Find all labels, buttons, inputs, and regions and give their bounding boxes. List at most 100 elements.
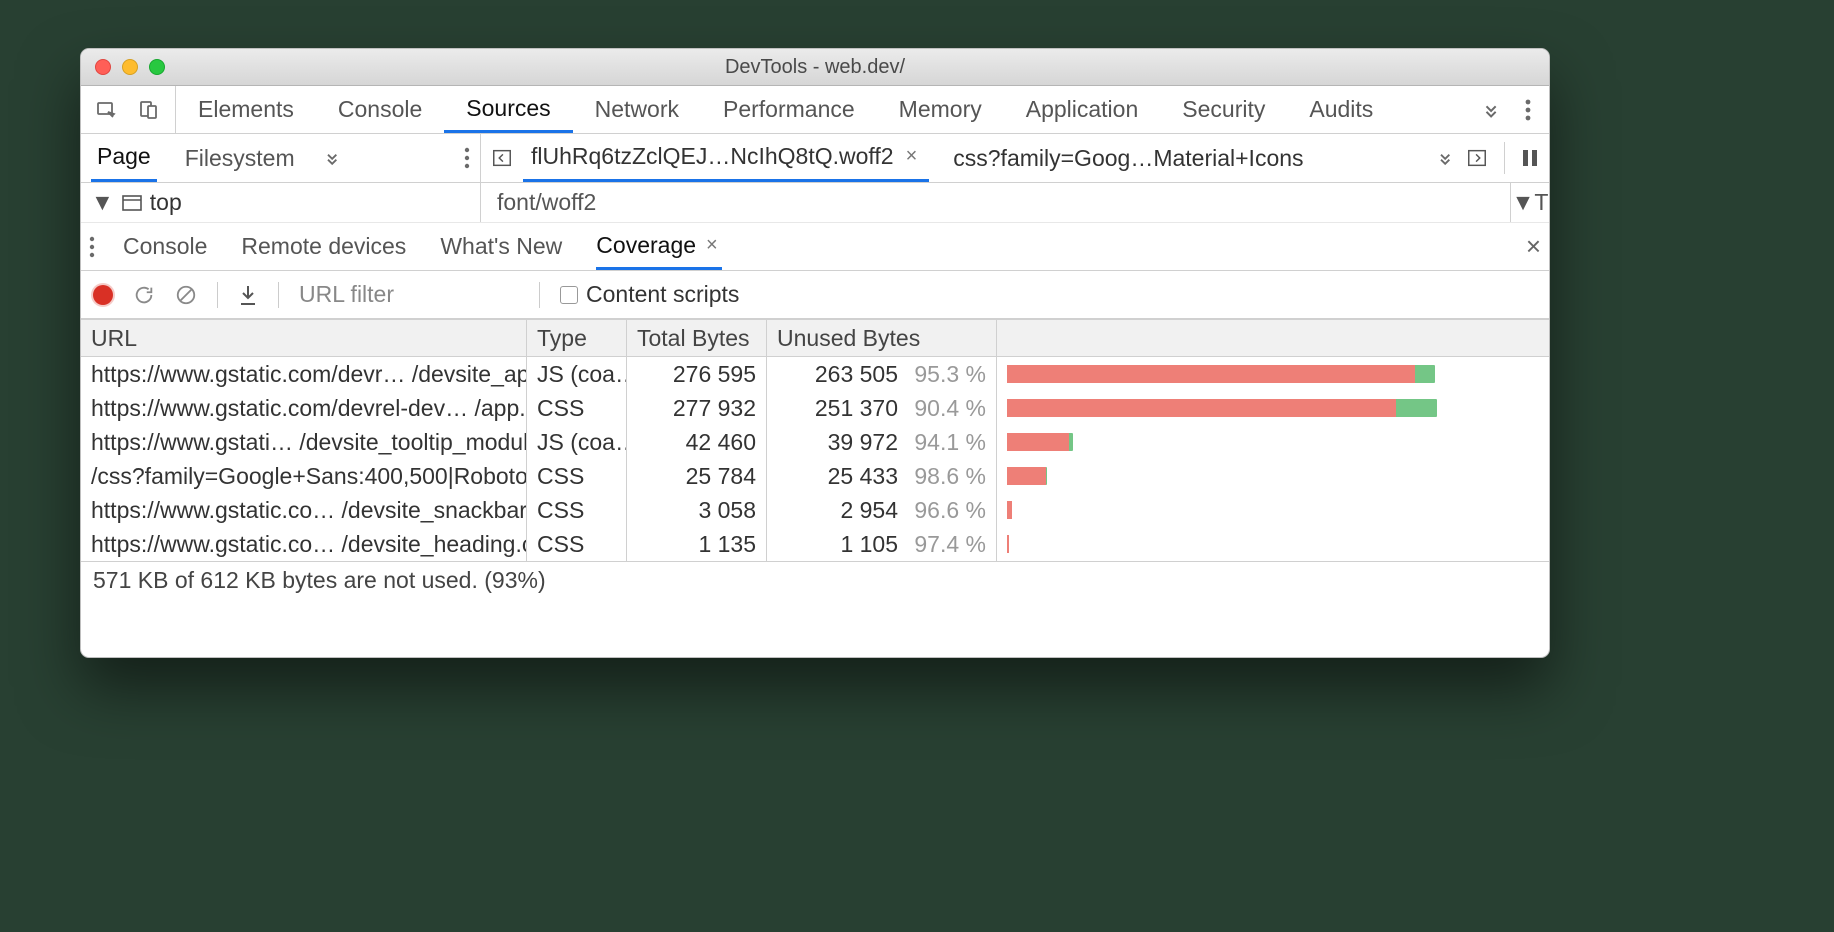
table-row[interactable]: https://www.gstati… /devsite_tooltip_mod… xyxy=(81,425,1549,459)
cell-type: CSS xyxy=(527,459,627,493)
cell-total: 277 932 xyxy=(627,391,767,425)
next-file-icon[interactable] xyxy=(1466,147,1488,169)
navigator-menu-icon[interactable] xyxy=(464,147,470,169)
open-file-tab-1[interactable]: flUhRq6tzZclQEJ…NcIhQ8tQ.woff2 × xyxy=(523,134,929,182)
cell-usage-bar xyxy=(997,357,1549,391)
cell-url: /css?family=Google+Sans:400,500|Roboto:4… xyxy=(81,459,527,493)
clear-icon[interactable] xyxy=(175,284,197,306)
col-header-type[interactable]: Type xyxy=(527,320,627,356)
cell-unused: 1 10597.4 % xyxy=(767,527,997,561)
tree-mime-row: ▼ top font/woff2 ▼T xyxy=(81,183,1549,223)
table-row[interactable]: https://www.gstatic.com/devrel-dev… /app… xyxy=(81,391,1549,425)
cell-usage-bar xyxy=(997,425,1549,459)
close-file-1-icon[interactable]: × xyxy=(902,145,922,168)
file-tabs-overflow-icon[interactable] xyxy=(1436,148,1456,168)
cell-url: https://www.gstatic.com/devr… /devsite_a… xyxy=(81,357,527,391)
cell-url: https://www.gstatic.co… /devsite_snackba… xyxy=(81,493,527,527)
cell-total: 42 460 xyxy=(627,425,767,459)
cell-type: CSS xyxy=(527,493,627,527)
table-row[interactable]: https://www.gstatic.co… /devsite_snackba… xyxy=(81,493,1549,527)
coverage-status-bar: 571 KB of 612 KB bytes are not used. (93… xyxy=(81,561,1549,599)
subtab-overflow-icon[interactable] xyxy=(323,148,343,168)
titlebar: DevTools - web.dev/ xyxy=(81,49,1549,86)
cell-unused: 251 37090.4 % xyxy=(767,391,997,425)
right-sidebar-toggle[interactable]: ▼T xyxy=(1511,183,1549,222)
table-row[interactable]: /css?family=Google+Sans:400,500|Roboto:4… xyxy=(81,459,1549,493)
tab-security[interactable]: Security xyxy=(1160,86,1287,133)
minimize-window-button[interactable] xyxy=(122,59,138,75)
zoom-window-button[interactable] xyxy=(149,59,165,75)
cell-usage-bar xyxy=(997,527,1549,561)
tab-application[interactable]: Application xyxy=(1004,86,1161,133)
overflow-tabs-icon[interactable] xyxy=(1481,99,1503,121)
col-header-unused[interactable]: Unused Bytes xyxy=(767,320,997,356)
col-header-url[interactable]: URL xyxy=(81,320,527,356)
cell-url: https://www.gstatic.co… /devsite_heading… xyxy=(81,527,527,561)
cell-url: https://www.gstatic.com/devrel-dev… /app… xyxy=(81,391,527,425)
sources-header-row: Page Filesystem flUhRq6tzZclQEJ…NcIhQ8tQ… xyxy=(81,134,1549,183)
cell-unused: 2 95496.6 % xyxy=(767,493,997,527)
cell-type: JS (coa… xyxy=(527,425,627,459)
tab-sources[interactable]: Sources xyxy=(444,86,572,133)
close-window-button[interactable] xyxy=(95,59,111,75)
tab-memory[interactable]: Memory xyxy=(877,86,1004,133)
cell-usage-bar xyxy=(997,493,1549,527)
table-header: URL Type Total Bytes Unused Bytes xyxy=(81,319,1549,357)
devtools-window: DevTools - web.dev/ ElementsConsoleSourc… xyxy=(80,48,1550,658)
cell-total: 3 058 xyxy=(627,493,767,527)
open-file-2-label: css?family=Goog…Material+Icons xyxy=(953,145,1303,172)
drawer-tab-coverage[interactable]: Coverage× xyxy=(596,223,721,270)
subtab-page[interactable]: Page xyxy=(91,134,157,182)
export-icon[interactable] xyxy=(238,284,258,306)
frame-icon xyxy=(122,195,142,211)
drawer-tab-what-s-new[interactable]: What's New xyxy=(440,223,562,270)
kebab-menu-icon[interactable] xyxy=(1525,99,1531,121)
cell-type: CSS xyxy=(527,391,627,425)
tab-console[interactable]: Console xyxy=(316,86,444,133)
file-tree-root[interactable]: ▼ top xyxy=(81,183,481,222)
url-filter-input[interactable]: URL filter xyxy=(299,281,519,308)
col-header-vis xyxy=(997,320,1549,356)
cell-total: 276 595 xyxy=(627,357,767,391)
drawer-tab-console[interactable]: Console xyxy=(123,223,207,270)
cell-total: 25 784 xyxy=(627,459,767,493)
open-file-1-label: flUhRq6tzZclQEJ…NcIhQ8tQ.woff2 xyxy=(531,143,894,170)
coverage-toolbar: URL filter Content scripts xyxy=(81,271,1549,319)
record-button[interactable] xyxy=(93,285,113,305)
subtab-filesystem[interactable]: Filesystem xyxy=(179,134,301,182)
tree-root-label: top xyxy=(150,189,182,216)
reload-icon[interactable] xyxy=(133,284,155,306)
window-title: DevTools - web.dev/ xyxy=(81,56,1549,79)
cell-usage-bar xyxy=(997,391,1549,425)
cell-unused: 25 43398.6 % xyxy=(767,459,997,493)
cell-url: https://www.gstati… /devsite_tooltip_mod… xyxy=(81,425,527,459)
content-scripts-checkbox[interactable]: Content scripts xyxy=(560,281,739,308)
cell-type: JS (coa… xyxy=(527,357,627,391)
table-row[interactable]: https://www.gstatic.co… /devsite_heading… xyxy=(81,527,1549,561)
tab-elements[interactable]: Elements xyxy=(176,86,316,133)
device-toolbar-icon[interactable] xyxy=(137,98,161,122)
drawer-tab-remote-devices[interactable]: Remote devices xyxy=(241,223,406,270)
tab-performance[interactable]: Performance xyxy=(701,86,877,133)
mime-type-label: font/woff2 xyxy=(481,183,1511,222)
window-controls xyxy=(95,59,165,75)
tab-audits[interactable]: Audits xyxy=(1287,86,1395,133)
drawer-tab-close-icon[interactable]: × xyxy=(702,234,722,257)
disclosure-triangle-icon[interactable]: ▼ xyxy=(91,189,114,216)
col-header-total[interactable]: Total Bytes xyxy=(627,320,767,356)
drawer-menu-icon[interactable] xyxy=(89,236,95,258)
drawer-tab-bar: Console Remote devices What's New Coverage×… xyxy=(81,223,1549,271)
cell-usage-bar xyxy=(997,459,1549,493)
prev-file-icon[interactable] xyxy=(491,147,513,169)
cell-unused: 39 97294.1 % xyxy=(767,425,997,459)
coverage-table: URL Type Total Bytes Unused Bytes https:… xyxy=(81,319,1549,561)
table-row[interactable]: https://www.gstatic.com/devr… /devsite_a… xyxy=(81,357,1549,391)
drawer-close-icon[interactable]: × xyxy=(1526,231,1541,262)
cell-type: CSS xyxy=(527,527,627,561)
cell-total: 1 135 xyxy=(627,527,767,561)
pause-script-icon[interactable] xyxy=(1521,148,1539,168)
tab-network[interactable]: Network xyxy=(573,86,701,133)
open-file-tab-2[interactable]: css?family=Goog…Material+Icons xyxy=(939,134,1317,182)
inspect-element-icon[interactable] xyxy=(95,98,119,122)
main-tab-bar: ElementsConsoleSourcesNetworkPerformance… xyxy=(81,86,1549,134)
